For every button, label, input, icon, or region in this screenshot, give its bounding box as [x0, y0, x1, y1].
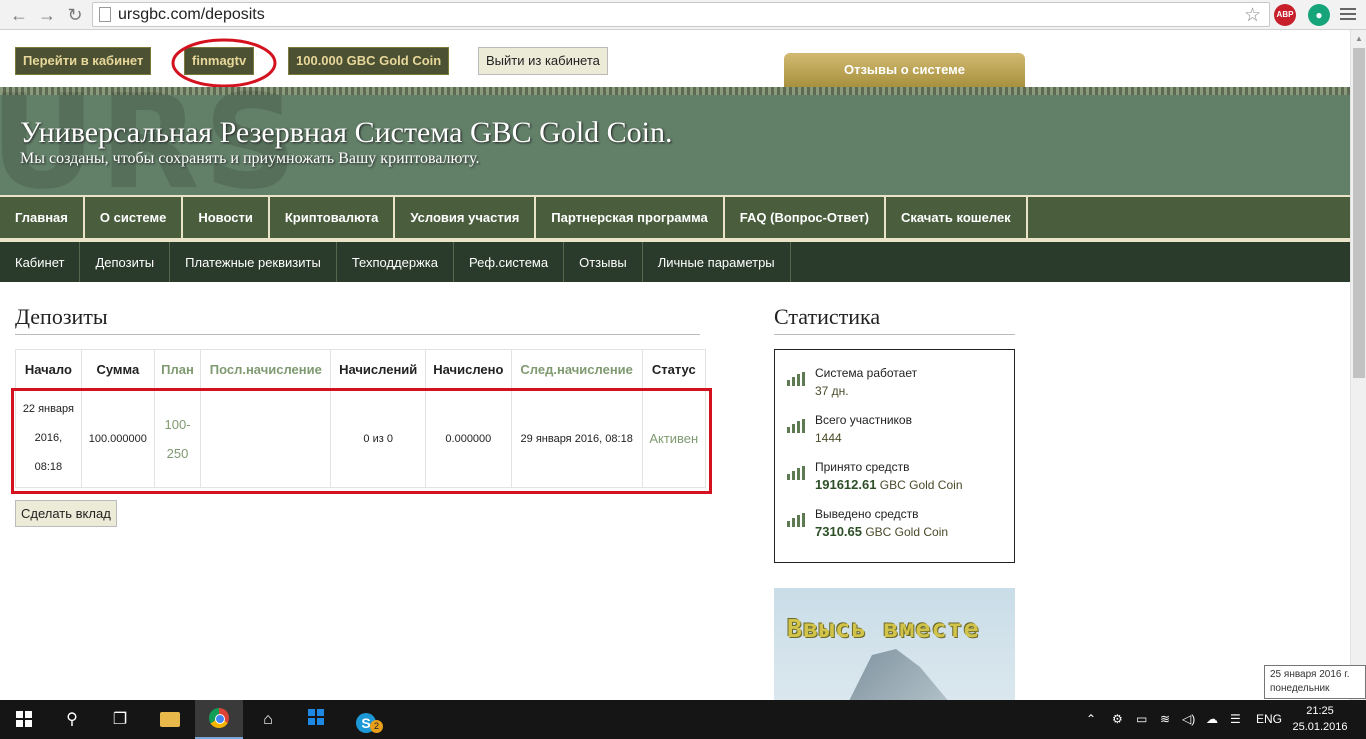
- deposits-title: Депозиты: [15, 304, 108, 329]
- col-status: Статус: [641, 349, 707, 390]
- main-nav: Главная О системе Новости Криптовалюта У…: [0, 195, 1350, 242]
- subnav-payment-details[interactable]: Платежные реквизиты: [170, 242, 337, 282]
- chrome-menu-icon[interactable]: [1338, 5, 1358, 25]
- nav-crypto[interactable]: Криптовалюта: [270, 197, 396, 240]
- table-header-row: Начало Сумма План Посл.начисление Начисл…: [15, 349, 707, 390]
- wifi-icon[interactable]: ≋: [1160, 700, 1170, 739]
- stat-uptime: Система работает 37 дн.: [787, 364, 1014, 411]
- subnav-support[interactable]: Техподдержка: [337, 242, 454, 282]
- nav-download-wallet[interactable]: Скачать кошелек: [886, 197, 1028, 240]
- reviews-tab[interactable]: Отзывы о системе: [784, 53, 1025, 87]
- col-accruals-count: Начислений: [330, 349, 426, 390]
- extension-icon[interactable]: ●: [1308, 4, 1330, 26]
- windows-taskbar: ⚲ ❐ ⌂ S 2 ⌃ ⚙ ▭ ≋ ◁) ☁ ☰ ENG 21:25 25.01…: [0, 700, 1366, 739]
- stats-panel: Система работает 37 дн. Всего участников…: [774, 349, 1015, 563]
- action-center-icon[interactable]: ☰: [1230, 700, 1241, 739]
- battery-icon[interactable]: ▭: [1136, 700, 1147, 739]
- make-deposit-button[interactable]: Сделать вклад: [15, 500, 117, 527]
- subnav-reviews[interactable]: Отзывы: [564, 242, 643, 282]
- logout-button[interactable]: Выйти из кабинета: [478, 47, 608, 75]
- adblock-icon[interactable]: ABP: [1274, 4, 1296, 26]
- home-icon[interactable]: ⌂: [244, 700, 292, 739]
- page-icon: [99, 7, 111, 22]
- subnav-cabinet[interactable]: Кабинет: [0, 242, 81, 282]
- banner-text: Ввысь вместе: [787, 614, 980, 643]
- forward-icon[interactable]: →: [36, 4, 58, 26]
- site-title: Универсальная Резервная Система GBC Gold…: [20, 116, 673, 149]
- date-tooltip: 25 января 2016 г. понедельник: [1264, 665, 1366, 699]
- address-bar[interactable]: ursgbc.com/deposits ☆: [92, 2, 1270, 27]
- title-divider: [15, 334, 700, 335]
- task-view-icon[interactable]: ❐: [96, 700, 144, 739]
- notification-app-icon[interactable]: ☁: [1206, 700, 1218, 739]
- tray-app-icon[interactable]: ⚙: [1112, 700, 1123, 739]
- site-subtitle: Мы созданы, чтобы сохранять и приумножат…: [20, 150, 480, 167]
- stats-divider: [774, 334, 1015, 335]
- nav-home[interactable]: Главная: [0, 197, 85, 240]
- subnav-personal-settings[interactable]: Личные параметры: [643, 242, 791, 282]
- store-icon[interactable]: [293, 700, 341, 739]
- col-next-accrual[interactable]: След.начисление: [510, 349, 643, 390]
- nav-partner[interactable]: Партнерская программа: [536, 197, 725, 240]
- col-last-accrual[interactable]: Посл.начисление: [200, 349, 332, 390]
- nav-news[interactable]: Новости: [183, 197, 270, 240]
- site-header: URS Универсальная Резервная Система GBC …: [0, 87, 1350, 195]
- stats-title: Статистика: [774, 304, 881, 329]
- url-text: ursgbc.com/deposits: [118, 6, 265, 23]
- back-icon[interactable]: ←: [8, 4, 30, 26]
- go-to-cabinet-button[interactable]: Перейти в кабинет: [15, 47, 152, 75]
- col-amount: Сумма: [80, 349, 155, 390]
- browser-toolbar: ← → ↻ ursgbc.com/deposits ☆ ABP ●: [0, 0, 1366, 30]
- search-icon[interactable]: ⚲: [48, 700, 96, 739]
- reload-icon[interactable]: ↻: [64, 4, 86, 26]
- tray-chevron-icon[interactable]: ⌃: [1086, 700, 1096, 739]
- chrome-taskbar-icon[interactable]: [195, 700, 243, 739]
- clock[interactable]: 21:25 25.01.2016: [1290, 703, 1350, 735]
- row-highlight-box: [11, 388, 712, 494]
- col-accrued: Начислено: [424, 349, 512, 390]
- bar-chart-icon: [787, 513, 807, 527]
- nav-terms[interactable]: Условия участия: [395, 197, 537, 240]
- start-button[interactable]: [0, 700, 48, 739]
- nav-about[interactable]: О системе: [85, 197, 184, 240]
- subnav-deposits[interactable]: Депозиты: [80, 242, 171, 282]
- page-scrollbar[interactable]: ▲: [1350, 30, 1366, 700]
- building-image: [848, 649, 950, 700]
- username-highlight-ellipse: [171, 38, 277, 88]
- windows-icon: [16, 711, 32, 727]
- file-explorer-icon[interactable]: [146, 700, 194, 739]
- scroll-thumb[interactable]: [1353, 48, 1365, 378]
- bar-chart-icon: [787, 372, 807, 386]
- volume-icon[interactable]: ◁): [1182, 700, 1195, 739]
- scroll-up-icon[interactable]: ▲: [1355, 34, 1363, 43]
- col-plan[interactable]: План: [153, 349, 202, 390]
- skype-badge: 2: [370, 720, 383, 733]
- stat-withdrawn: Выведено средств 7310.65 GBC Gold Coin: [787, 505, 1014, 552]
- language-indicator[interactable]: ENG: [1256, 700, 1282, 739]
- stat-received: Принято средств 191612.61 GBC Gold Coin: [787, 458, 1014, 505]
- skype-icon[interactable]: S 2: [342, 700, 390, 739]
- sub-nav: Кабинет Депозиты Платежные реквизиты Тех…: [0, 242, 1350, 282]
- bar-chart-icon: [787, 466, 807, 480]
- bookmark-star-icon[interactable]: ☆: [1244, 4, 1261, 27]
- stat-participants: Всего участников 1444: [787, 411, 1014, 458]
- nav-faq[interactable]: FAQ (Вопрос-Ответ): [725, 197, 886, 240]
- balance-button[interactable]: 100.000 GBC Gold Coin: [288, 47, 450, 75]
- bar-chart-icon: [787, 419, 807, 433]
- subnav-referral[interactable]: Реф.система: [454, 242, 565, 282]
- promo-banner[interactable]: Ввысь вместе: [774, 588, 1015, 700]
- col-start: Начало: [15, 349, 82, 390]
